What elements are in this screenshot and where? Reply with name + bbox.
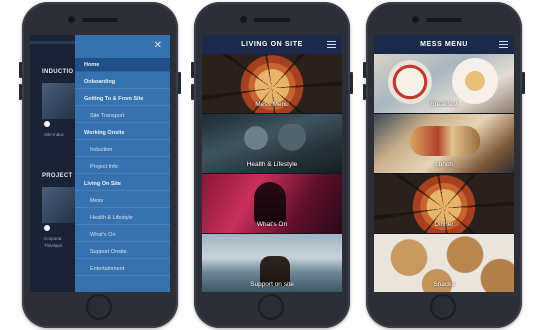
menu-item-induction[interactable]: Induction bbox=[75, 143, 170, 157]
bg-video-thumbnail bbox=[42, 83, 75, 119]
menu-item-onboarding[interactable]: Onboarding bbox=[75, 75, 170, 89]
tile-health-lifestyle[interactable]: Health & Lifestyle bbox=[202, 114, 342, 173]
tile-label: What's On bbox=[256, 221, 288, 228]
menu-item-entertainment[interactable]: Entertainment bbox=[75, 262, 170, 276]
power-button bbox=[178, 72, 181, 94]
bg-caption: Corporat bbox=[44, 236, 62, 241]
play-icon bbox=[44, 225, 50, 231]
power-button bbox=[522, 72, 525, 94]
tile-mess-menu[interactable]: Mess Menu bbox=[202, 54, 342, 113]
menu-item-label: Site Transport bbox=[90, 112, 125, 119]
menu-item-site-transport[interactable]: Site Transport bbox=[75, 109, 170, 123]
menu-item-label: Home bbox=[84, 61, 100, 68]
menu-item-label: Support Onsite bbox=[90, 248, 127, 255]
menu-item-label: Induction bbox=[90, 146, 113, 153]
menu-item-getting-to-from-site[interactable]: Getting To & From Site bbox=[75, 92, 170, 106]
power-button bbox=[350, 72, 353, 94]
tile-breakfast[interactable]: Breakfast bbox=[374, 54, 514, 113]
play-icon bbox=[44, 121, 50, 127]
menu-item-project-info[interactable]: Project Info bbox=[75, 160, 170, 174]
menu-item-label: What's On bbox=[90, 231, 116, 238]
app-header: LIVING ON SITE bbox=[202, 35, 342, 54]
bg-caption: Timelaps bbox=[44, 243, 63, 248]
home-button[interactable] bbox=[430, 294, 456, 320]
screen: LIVING ON SITE Mess Menu Health & Lifest… bbox=[202, 35, 342, 292]
tile-label: Health & Lifestyle bbox=[246, 161, 298, 168]
screen: INDUCTIO Site-induc PROJECT Corporat Tim… bbox=[30, 35, 170, 292]
volume-up-button bbox=[363, 62, 366, 78]
volume-up-button bbox=[191, 62, 194, 78]
bg-section-label: INDUCTIO bbox=[42, 69, 74, 75]
screen: MESS MENU Breakfast Lunch Dinner Snacks bbox=[374, 35, 514, 292]
menu-item-label: Getting To & From Site bbox=[84, 95, 144, 102]
volume-up-button bbox=[19, 62, 22, 78]
menu-item-label: Project Info bbox=[90, 163, 118, 170]
home-button[interactable] bbox=[258, 294, 284, 320]
tile-label: Mess Menu bbox=[255, 101, 289, 108]
front-camera bbox=[68, 16, 75, 23]
app-header: MESS MENU bbox=[374, 35, 514, 54]
tile-label: Snacks bbox=[433, 281, 455, 288]
bg-strip bbox=[30, 41, 75, 44]
menu-item-support-onsite[interactable]: Support Onsite bbox=[75, 245, 170, 259]
menu-item-label: Onboarding bbox=[84, 78, 116, 85]
page-title: MESS MENU bbox=[420, 41, 468, 48]
menu-item-home[interactable]: Home bbox=[75, 58, 170, 72]
tile-label: Support on site bbox=[250, 281, 294, 288]
volume-down-button bbox=[191, 84, 194, 100]
bg-section-label: PROJECT bbox=[42, 173, 73, 179]
front-camera bbox=[240, 16, 247, 23]
hamburger-icon[interactable] bbox=[499, 41, 508, 49]
bg-caption: Site-induc bbox=[44, 132, 65, 137]
menu-item-mess[interactable]: Mess bbox=[75, 194, 170, 208]
phone-frame-living-on-site: LIVING ON SITE Mess Menu Health & Lifest… bbox=[191, 2, 353, 328]
volume-down-button bbox=[363, 84, 366, 100]
tile-dinner[interactable]: Dinner bbox=[374, 174, 514, 233]
menu-item-label: Health & Lifestyle bbox=[90, 214, 133, 221]
menu-item-label: Mess bbox=[90, 197, 104, 204]
hamburger-icon[interactable] bbox=[327, 41, 336, 49]
navigation-drawer: ✕ Home Onboarding Getting To & From Site… bbox=[75, 35, 170, 292]
menu-item-label: Entertainment bbox=[90, 265, 125, 272]
phone-frame-navigation: INDUCTIO Site-induc PROJECT Corporat Tim… bbox=[19, 2, 181, 328]
front-camera bbox=[412, 16, 419, 23]
tile-label: Dinner bbox=[434, 221, 454, 228]
tile-support-on-site[interactable]: Support on site bbox=[202, 234, 342, 292]
tile-label: Lunch bbox=[435, 161, 453, 168]
menu-item-label: Working Onsite bbox=[84, 129, 125, 136]
earpiece-speaker bbox=[254, 18, 290, 22]
menu-item-living-on-site[interactable]: Living On Site bbox=[75, 177, 170, 191]
menu-item-health-lifestyle[interactable]: Health & Lifestyle bbox=[75, 211, 170, 225]
tile-snacks[interactable]: Snacks bbox=[374, 234, 514, 292]
menu-item-label: Living On Site bbox=[84, 180, 121, 187]
tile-whats-on[interactable]: What's On bbox=[202, 174, 342, 233]
phone-frame-mess-menu: MESS MENU Breakfast Lunch Dinner Snacks bbox=[363, 2, 525, 328]
tile-label: Breakfast bbox=[430, 101, 458, 108]
earpiece-speaker bbox=[426, 18, 462, 22]
close-icon[interactable]: ✕ bbox=[154, 41, 162, 51]
home-button[interactable] bbox=[86, 294, 112, 320]
volume-down-button bbox=[19, 84, 22, 100]
tile-lunch[interactable]: Lunch bbox=[374, 114, 514, 173]
menu-item-whats-on[interactable]: What's On bbox=[75, 228, 170, 242]
bg-video-thumbnail bbox=[42, 187, 75, 223]
earpiece-speaker bbox=[82, 18, 118, 22]
page-title: LIVING ON SITE bbox=[241, 41, 303, 48]
menu-item-working-onsite[interactable]: Working Onsite bbox=[75, 126, 170, 140]
